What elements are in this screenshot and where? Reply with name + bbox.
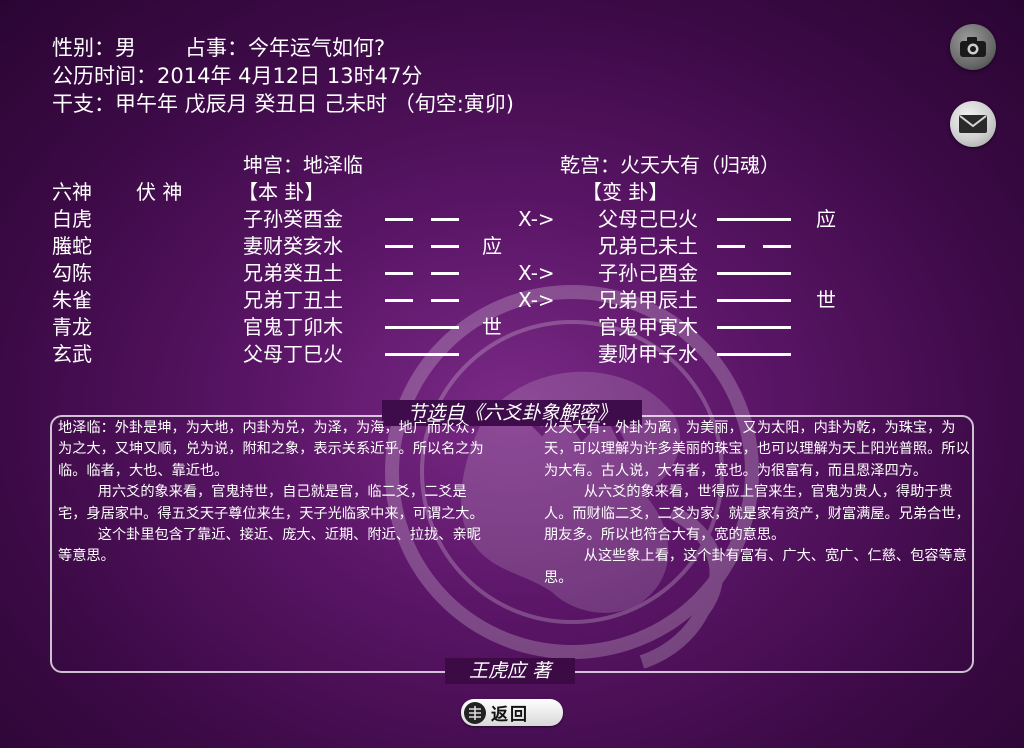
ganzhi-line: 干支：甲午年 戊辰月 癸丑日 己未时 （旬空:寅卯) [52, 92, 514, 116]
yin-line-segment [717, 245, 745, 248]
yin-line-segment [385, 272, 413, 275]
liushen-header: 六神 [52, 180, 92, 204]
liushen-cell: 螣蛇 [52, 234, 92, 258]
mail-button[interactable] [950, 101, 996, 147]
yang-line [717, 326, 791, 329]
bian-yao-mark: 世 [816, 288, 836, 312]
back-button[interactable]: 返回 [461, 699, 563, 726]
ben-yao-mark: 应 [482, 234, 502, 258]
author-label: 王虎应 著 [445, 658, 575, 684]
yin-line-segment [431, 272, 459, 275]
ben-yao-name: 父母丁巳火 [243, 342, 343, 366]
yin-line-segment [431, 245, 459, 248]
yin-line-segment [385, 218, 413, 221]
paragraph: 这个卦里包含了靠近、接近、庞大、近期、附近、拉拢、亲昵等意思。 [58, 527, 481, 565]
back-button-label: 返回 [491, 705, 529, 725]
ben-gua-palace: 坤宫：地泽临 [243, 153, 363, 177]
bian-gua-header: 【变 卦】 [582, 180, 669, 204]
liushen-cell: 玄武 [52, 342, 92, 366]
yang-line [385, 326, 459, 329]
liushen-cell: 朱雀 [52, 288, 92, 312]
date-line: 公历时间：2014年 4月12日 13时47分 [52, 64, 423, 88]
ben-yao-name: 兄弟丁丑土 [243, 288, 343, 312]
bian-gua-palace: 乾宫：火天大有（归魂） [560, 153, 780, 177]
ornament-icon [464, 701, 486, 724]
paragraph: 用六爻的象来看，官鬼持世，自己就是官，临二爻，二爻是宅，身居家中。得五爻天子尊位… [58, 484, 484, 522]
liushen-cell: 勾陈 [52, 261, 92, 285]
paragraph: 从六爻的象来看，世得应上官来生，官鬼为贵人，得助于贵人。而财临二爻，二爻为家，就… [544, 484, 970, 544]
ben-gua-header: 【本 卦】 [238, 180, 325, 204]
liushen-cell: 青龙 [52, 315, 92, 339]
camera-icon [960, 37, 986, 57]
ben-yao-name: 子孙癸酉金 [243, 207, 343, 231]
bian-yao-name: 子孙己酉金 [598, 261, 698, 285]
ben-yao-name: 兄弟癸丑土 [243, 261, 343, 285]
yang-line [385, 353, 459, 356]
paragraph: 地泽临：外卦是坤，为大地，内卦为兑，为泽，为海，地广而水众，为之大，又坤又顺，兑… [58, 420, 484, 479]
yin-line-segment [431, 299, 459, 302]
moving-yao-arrow: X-> [518, 288, 555, 312]
liushen-cell: 白虎 [52, 207, 92, 231]
question-label: 占事：今年运气如何? [185, 36, 386, 60]
moving-yao-arrow: X-> [518, 207, 555, 231]
left-explanation: 地泽临：外卦是坤，为大地，内卦为兑，为泽，为海，地广而水众，为之大，又坤又顺，兑… [58, 418, 490, 568]
mail-icon [959, 115, 987, 133]
yang-line [717, 299, 791, 302]
ben-yao-mark: 世 [482, 315, 502, 339]
yin-line-segment [385, 245, 413, 248]
paragraph: 从这些象上看，这个卦有富有、广大、宽广、仁慈、包容等意思。 [544, 548, 967, 586]
moving-yao-arrow: X-> [518, 261, 555, 285]
gender-label: 性别：男 [52, 36, 136, 60]
bian-yao-name: 兄弟甲辰土 [598, 288, 698, 312]
bian-yao-name: 兄弟己未土 [598, 234, 698, 258]
right-explanation: 火天大有：外卦为离，为美丽，又为太阳，内卦为乾，为珠宝，为天，可以理解为许多美丽… [544, 418, 972, 589]
yang-line [717, 353, 791, 356]
bian-yao-name: 父母己巳火 [598, 207, 698, 231]
yang-line [717, 218, 791, 221]
camera-button[interactable] [950, 24, 996, 70]
yin-line-segment [431, 218, 459, 221]
bian-yao-name: 官鬼甲寅木 [598, 315, 698, 339]
yin-line-segment [385, 299, 413, 302]
paragraph: 火天大有：外卦为离，为美丽，又为太阳，内卦为乾，为珠宝，为天，可以理解为许多美丽… [544, 420, 970, 479]
fushen-header: 伏 神 [136, 180, 183, 204]
yin-line-segment [763, 245, 791, 248]
ben-yao-name: 官鬼丁卯木 [243, 315, 343, 339]
bian-yao-mark: 应 [816, 207, 836, 231]
ben-yao-name: 妻财癸亥水 [243, 234, 343, 258]
yang-line [717, 272, 791, 275]
bian-yao-name: 妻财甲子水 [598, 342, 698, 366]
